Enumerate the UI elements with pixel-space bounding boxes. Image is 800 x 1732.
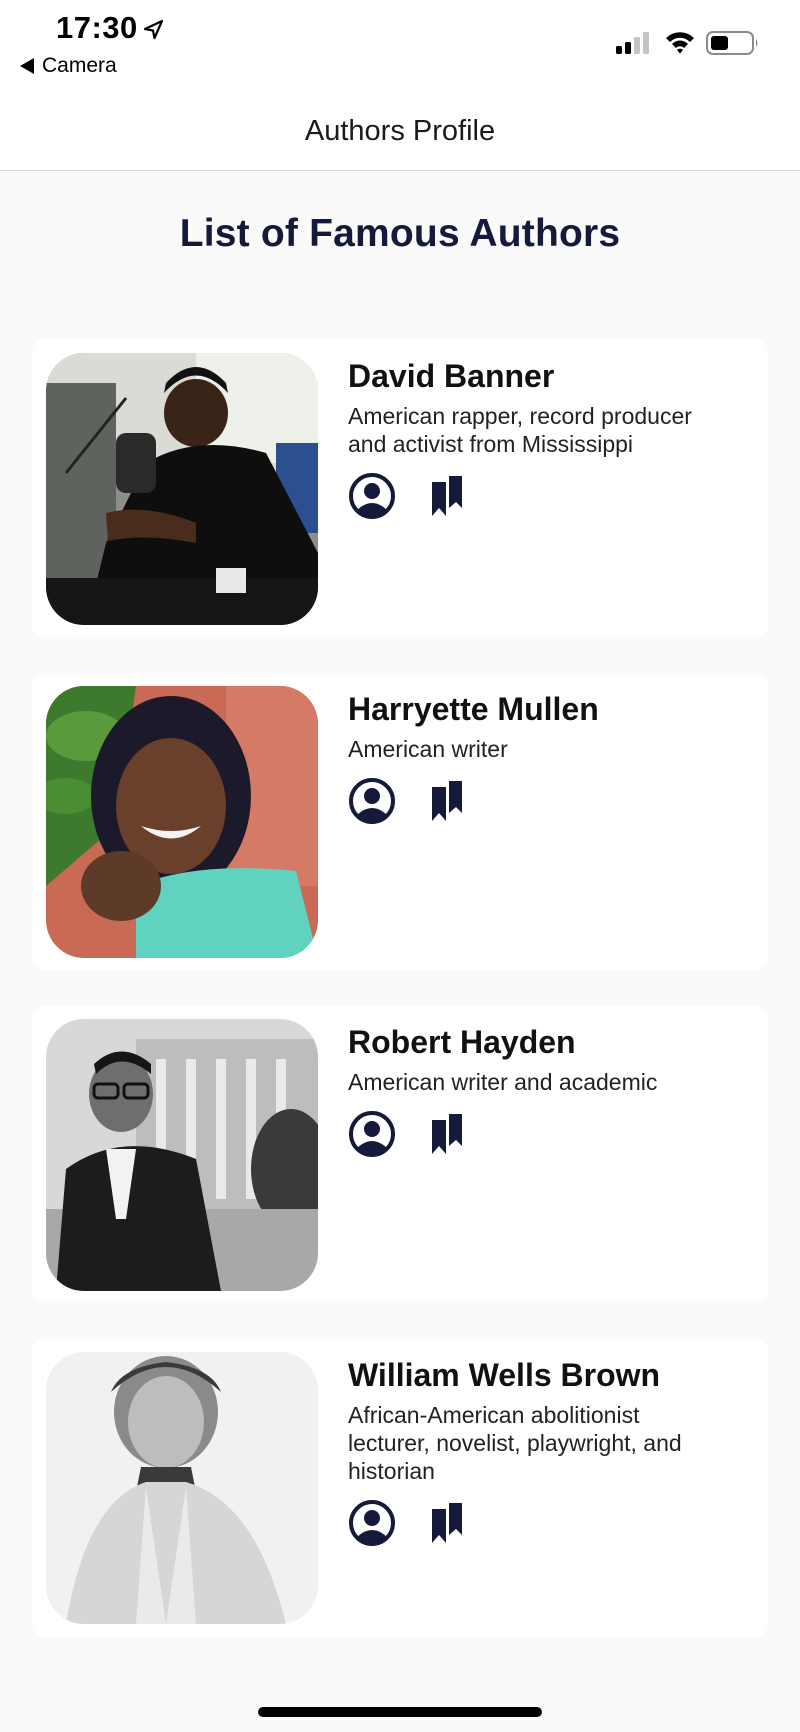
- author-description-line: American writer and academic: [348, 1069, 658, 1095]
- profile-icon[interactable]: [348, 1499, 396, 1547]
- author-name: Harryette Mullen: [348, 691, 599, 727]
- nav-header: Authors Profile: [0, 88, 800, 171]
- author-info: William Wells Brown African-American abo…: [348, 1353, 748, 1547]
- bookmark-icon[interactable]: [426, 1499, 474, 1547]
- author-actions: [348, 1110, 748, 1158]
- author-description-line: lecturer, novelist, playwright, and: [348, 1430, 682, 1456]
- nav-title: Authors Profile: [304, 114, 496, 147]
- profile-icon[interactable]: [348, 472, 396, 520]
- author-photo-image: [46, 353, 318, 625]
- author-description-line: American rapper, record producer: [348, 403, 692, 429]
- profile-icon[interactable]: [348, 777, 396, 825]
- bookmark-icon[interactable]: [426, 777, 474, 825]
- author-description: American writer: [348, 735, 748, 763]
- wifi-icon: [666, 32, 694, 54]
- author-photo-image: [46, 686, 318, 958]
- battery-icon: [706, 31, 758, 55]
- author-actions: [348, 1499, 748, 1547]
- author-photo: [46, 1352, 318, 1624]
- page-title: List of Famous Authors: [179, 212, 621, 255]
- author-name: Robert Hayden: [348, 1024, 576, 1060]
- author-actions: [348, 777, 748, 825]
- author-card[interactable]: William Wells Brown African-American abo…: [32, 1339, 768, 1636]
- author-description-line: African-American abolitionist: [348, 1402, 640, 1428]
- author-card[interactable]: Harryette Mullen American writer: [32, 673, 768, 970]
- profile-icon[interactable]: [348, 1110, 396, 1158]
- home-indicator[interactable]: [258, 1707, 542, 1717]
- status-bar: 17:30 Camera: [0, 0, 800, 88]
- back-triangle-icon: [20, 58, 34, 74]
- back-to-camera-link[interactable]: Camera: [20, 54, 117, 78]
- author-name: William Wells Brown: [348, 1357, 661, 1393]
- author-description: American writer and academic: [348, 1068, 748, 1096]
- author-photo-image: [46, 1019, 318, 1291]
- author-card[interactable]: David Banner American rapper, record pro…: [32, 340, 768, 637]
- author-photo: [46, 353, 318, 625]
- author-info: Robert Hayden American writer and academ…: [348, 1020, 748, 1158]
- author-info: David Banner American rapper, record pro…: [348, 354, 748, 520]
- bookmark-icon[interactable]: [426, 472, 474, 520]
- author-photo: [46, 686, 318, 958]
- author-description-line: American writer: [348, 736, 508, 762]
- author-description-line: historian: [348, 1458, 435, 1484]
- status-time: 17:30: [56, 10, 138, 45]
- author-description: American rapper, record producer and act…: [348, 402, 748, 458]
- author-name: David Banner: [348, 358, 555, 394]
- author-photo: [46, 1019, 318, 1291]
- author-card[interactable]: Robert Hayden American writer and academ…: [32, 1006, 768, 1303]
- author-photo-image: [46, 1352, 318, 1624]
- author-actions: [348, 472, 748, 520]
- cellular-signal-icon: [616, 32, 649, 54]
- location-arrow-icon: [143, 19, 164, 40]
- author-info: Harryette Mullen American writer: [348, 687, 748, 825]
- bookmark-icon[interactable]: [426, 1110, 474, 1158]
- author-description-line: and activist from Mississippi: [348, 431, 634, 457]
- back-label[interactable]: Camera: [42, 54, 117, 78]
- author-description: African-American abolitionist lecturer, …: [348, 1401, 748, 1485]
